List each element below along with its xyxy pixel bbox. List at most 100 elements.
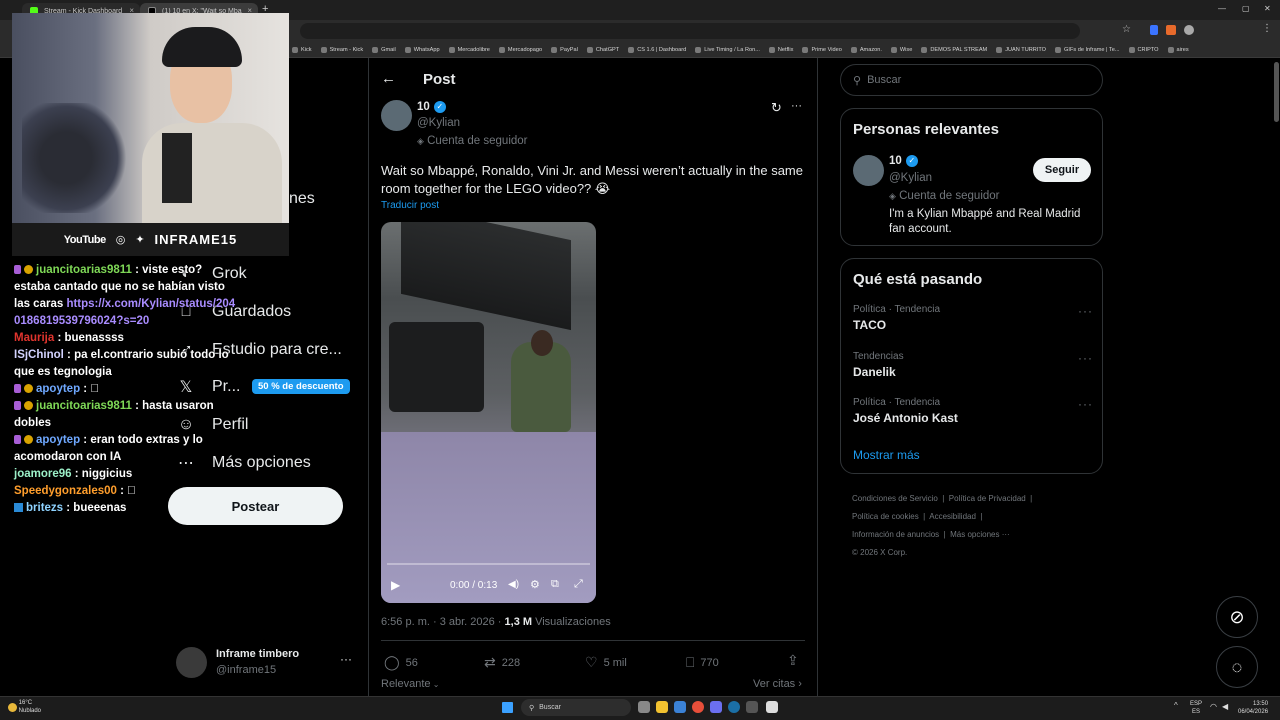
verified-badge-icon: ✓ [905, 155, 918, 167]
reply-button[interactable]: ◯ 56 [384, 654, 418, 671]
person-handle: @Kylian [889, 172, 932, 184]
bookmark-label: Amazon. [859, 46, 882, 53]
discord-icon[interactable] [710, 701, 722, 713]
fan-account-label: ◈ Cuenta de seguidor [417, 135, 528, 147]
bookmark-item[interactable]: Netflix [768, 46, 793, 53]
more-dots-icon[interactable]: ··· [791, 100, 802, 112]
bookmark-button[interactable]: ⎕ 770 [686, 654, 719, 671]
search-input[interactable]: ⚲ Buscar [840, 64, 1103, 96]
bookmark-item[interactable]: ChatGPT [586, 46, 619, 53]
account-name: Inframe timbero [216, 648, 300, 660]
app-icon[interactable] [746, 701, 758, 713]
star-icon[interactable]: ☆ [1122, 24, 1131, 35]
translate-link[interactable]: Traducir post [381, 200, 439, 211]
trends-card: Qué está pasando Política · Tendencia TA… [840, 258, 1103, 474]
footer-link-terms[interactable]: Condiciones de Servicio [852, 494, 938, 503]
chrome-icon[interactable] [692, 701, 704, 713]
bookmark-item[interactable]: CS 1.6 | Dashboard [628, 46, 686, 53]
bookmark-item[interactable]: DEMOS PAL STREAM [921, 46, 987, 53]
bookmark-item[interactable]: WhatsApp [404, 46, 440, 53]
task-view-icon[interactable] [638, 701, 650, 713]
back-arrow-icon[interactable]: ← [381, 70, 396, 87]
wifi-icon[interactable]: ◠ [1210, 702, 1217, 711]
bookmark-item[interactable]: Stream - Kick [320, 46, 363, 53]
bookmark-item[interactable]: GIFs de Inframe | Te... [1055, 46, 1120, 53]
bookmark-item[interactable]: PayPal [551, 46, 578, 53]
author-avatar[interactable] [381, 100, 412, 131]
weather-widget[interactable]: 16°C Nublado [8, 699, 41, 715]
steam-icon[interactable] [728, 701, 740, 713]
more-dots-icon[interactable]: ··· [1078, 351, 1093, 365]
extension-icon[interactable] [1184, 25, 1194, 35]
post-timestamp: 6:56 p. m. · 3 abr. 2026 · 1,3 M Visuali… [381, 616, 611, 628]
bookmark-item[interactable]: Mercadolibre [448, 46, 490, 53]
grok-float-button[interactable]: ⊘ [1216, 596, 1258, 638]
bookmark-item[interactable]: Gmail [372, 46, 396, 53]
bookmark-label: Wise [899, 46, 913, 53]
relevance-dropdown[interactable]: Relevante ⌄ [381, 678, 439, 690]
play-icon[interactable]: ▶ [391, 578, 400, 592]
settings-icon[interactable]: ⚙ [530, 578, 540, 591]
obs-icon[interactable] [766, 701, 778, 713]
bookmark-item[interactable]: Live Timing / La Ron... [695, 46, 760, 53]
volume-icon[interactable]: ◀) [508, 579, 519, 590]
bookmark-item[interactable]: Kick [292, 46, 312, 53]
author-name-row[interactable]: 10 ✓ [417, 101, 446, 113]
footer-link-accessibility[interactable]: Accesibilidad [929, 512, 976, 521]
bookmark-item[interactable]: Prime Video [802, 46, 842, 53]
footer-link-ads[interactable]: Información de anuncios [852, 530, 939, 539]
video-progress-track[interactable] [387, 563, 590, 565]
bookmark-favicon-icon [448, 46, 455, 53]
repost-button[interactable]: ⇄ 228 [484, 654, 520, 671]
account-switcher[interactable]: Inframe timbero @inframe15 ··· [176, 646, 356, 680]
pip-icon[interactable]: ⧉ [551, 578, 559, 591]
start-button[interactable] [502, 702, 513, 713]
bookmark-item[interactable]: JUAN TURRITO [996, 46, 1046, 53]
video-player[interactable]: ▶ 0:00 / 0:13 ◀) ⚙ ⧉ ⤢ [381, 222, 596, 603]
url-field[interactable] [300, 23, 1080, 39]
menu-dots-icon[interactable]: ⋮ [1262, 23, 1272, 34]
follow-button[interactable]: Seguir [1033, 158, 1091, 182]
fullscreen-icon[interactable]: ⤢ [574, 578, 583, 591]
extension-icon[interactable] [1150, 25, 1158, 35]
show-more-link[interactable]: Mostrar más [853, 448, 920, 462]
messages-float-button[interactable]: ◌ [1216, 646, 1258, 688]
share-icon[interactable]: ⇪ [787, 652, 799, 669]
timestamp-text[interactable]: 6:56 p. m. · 3 abr. 2026 · [381, 616, 505, 628]
bookmark-item[interactable]: CRIPTO [1128, 46, 1159, 53]
person-avatar[interactable] [853, 155, 884, 186]
footer-link-privacy[interactable]: Política de Privacidad [949, 494, 1026, 503]
more-dots-icon[interactable]: ··· [1078, 304, 1093, 318]
minimize-icon[interactable]: — [1218, 4, 1226, 13]
clock[interactable]: 13:50 06/04/2026 [1238, 700, 1268, 716]
store-icon[interactable] [674, 701, 686, 713]
footer-link-more[interactable]: Más opciones ··· [950, 530, 1010, 539]
person-name-row[interactable]: 10 ✓ [889, 155, 918, 167]
taskbar-search[interactable]: ⚲ Buscar [521, 699, 631, 716]
trend-item[interactable]: Política · Tendencia José Antonio Kast ·… [853, 397, 1093, 425]
footer-link-cookies[interactable]: Política de cookies [852, 512, 919, 521]
chat-username: apoytep [36, 383, 81, 395]
bookmark-item[interactable]: Amazon. [850, 46, 882, 53]
extension-icon[interactable] [1166, 25, 1176, 35]
language-indicator[interactable]: ESP ES [1190, 700, 1202, 716]
like-button[interactable]: ♡ 5 mil [585, 654, 627, 671]
footer-copyright: © 2026 X Corp. [852, 548, 908, 557]
author-handle[interactable]: @Kylian [417, 117, 460, 129]
quotes-link[interactable]: Ver citas › [753, 678, 802, 690]
volume-icon[interactable]: ◀ [1222, 702, 1228, 711]
premium-discount-badge[interactable]: 50 % de descuento [252, 379, 350, 394]
bookmark-item[interactable]: Wise [890, 46, 913, 53]
system-tray-chevron-icon[interactable]: ^ [1174, 701, 1178, 710]
nav-partial-label[interactable]: nes [289, 190, 315, 208]
maximize-icon[interactable]: ▢ [1242, 4, 1250, 13]
file-explorer-icon[interactable] [656, 701, 668, 713]
grok-analyze-icon[interactable]: ↻ [771, 100, 782, 116]
close-window-icon[interactable]: ✕ [1264, 4, 1271, 13]
page-scrollbar[interactable] [1274, 62, 1279, 122]
bookmark-item[interactable]: aires [1167, 46, 1189, 53]
trend-item[interactable]: Tendencias Danelik ··· [853, 351, 1093, 379]
bookmark-item[interactable]: Mercadopago [498, 46, 542, 53]
more-dots-icon[interactable]: ··· [1078, 397, 1093, 411]
trend-item[interactable]: Política · Tendencia TACO ··· [853, 304, 1093, 332]
